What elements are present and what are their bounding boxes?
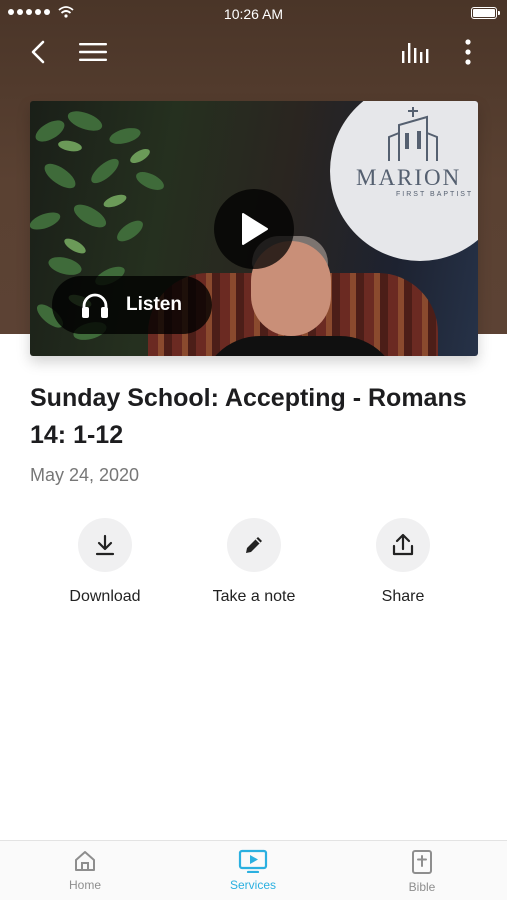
listen-label: Listen — [126, 294, 182, 315]
bible-icon — [412, 850, 432, 874]
listen-button[interactable]: Listen — [52, 276, 212, 334]
church-logo-text: MARION — [356, 165, 462, 190]
share-label: Share — [381, 588, 425, 605]
headphones-icon — [82, 293, 108, 318]
battery-icon — [471, 7, 500, 19]
home-icon — [75, 851, 95, 871]
back-button[interactable] — [20, 34, 56, 70]
sermon-title: Sunday School: Accepting - Romans 14: 1-… — [30, 384, 467, 449]
tab-bible[interactable]: Bible — [362, 849, 482, 894]
church-logo-subtext: FIRST BAPTIST — [396, 191, 474, 198]
tab-home[interactable]: Home — [25, 849, 145, 892]
hamburger-icon — [79, 43, 107, 61]
share-button[interactable]: Share — [333, 518, 473, 606]
take-note-button[interactable]: Take a note — [184, 518, 324, 606]
action-row: Download Take a note Share — [0, 518, 507, 613]
download-button[interactable]: Download — [35, 518, 175, 606]
pencil-icon — [246, 537, 262, 553]
note-icon-circle — [227, 518, 281, 572]
video-thumbnail[interactable]: MARION FIRST BAPTIST Listen — [30, 101, 478, 356]
tab-services[interactable]: Services — [193, 849, 313, 892]
tab-home-label: Home — [68, 878, 101, 892]
sermon-date: May 24, 2020 — [30, 465, 140, 485]
audio-levels-button[interactable] — [397, 34, 433, 70]
status-time: 10:26 AM — [223, 6, 284, 22]
chevron-left-icon — [31, 40, 45, 64]
download-icon-circle — [78, 518, 132, 572]
tab-bar: Home Services Bible — [0, 840, 507, 900]
tv-play-icon — [238, 849, 268, 873]
tab-services-label: Services — [229, 878, 276, 892]
equalizer-icon — [402, 43, 429, 63]
church-building-icon — [388, 107, 438, 161]
more-options-button[interactable] — [450, 34, 486, 70]
status-bar: 10:26 AM — [0, 0, 507, 28]
more-vertical-icon — [465, 39, 471, 65]
download-icon — [95, 534, 115, 556]
share-icon — [392, 533, 414, 556]
tab-bible-label: Bible — [408, 880, 436, 894]
share-icon-circle — [376, 518, 430, 572]
play-icon — [242, 213, 268, 245]
menu-button[interactable] — [75, 34, 111, 70]
download-label: Download — [69, 588, 141, 605]
take-note-label: Take a note — [212, 588, 296, 605]
play-button[interactable] — [214, 189, 294, 269]
